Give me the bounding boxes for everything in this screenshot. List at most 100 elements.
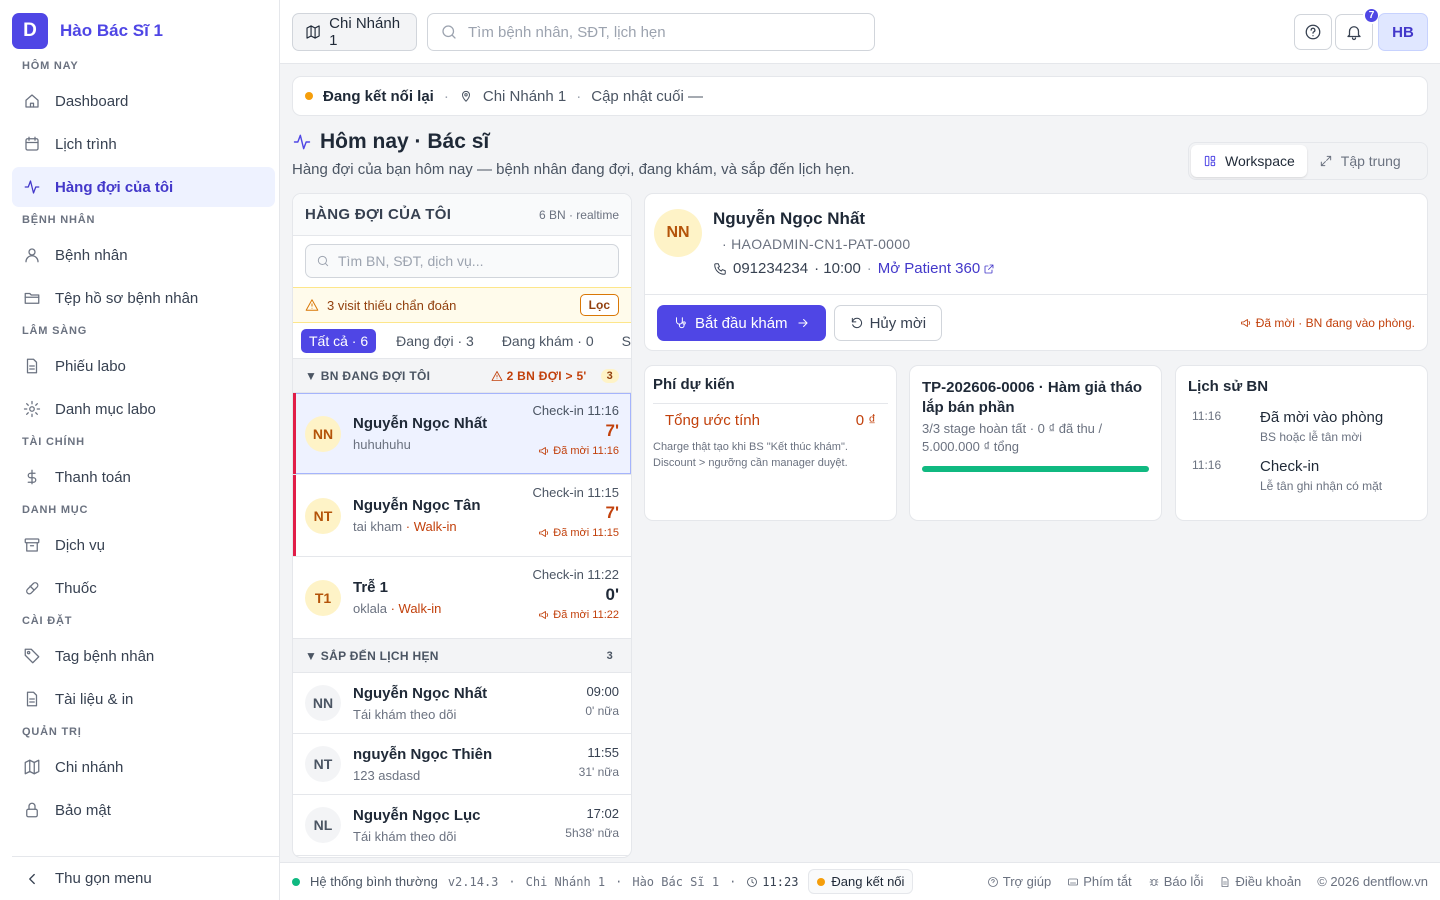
view-focus-button[interactable]: Tập trung [1307,145,1413,177]
estimated-fee-card: Phí dự kiến Tổng ước tính 0 ₫ Charge thậ… [644,365,897,521]
patient-avatar: NT [305,746,341,782]
patient-name: Nguyễn Ngọc Nhất [713,209,866,228]
queue-row[interactable]: NN Nguyễn Ngọc Nhất huhuhuhu Check-in 11:16… [293,393,631,475]
upcoming-count: 3 [606,649,613,662]
sidebar-item-phieu-labo[interactable]: Phiếu labo [12,346,275,386]
queue-title: HÀNG ĐỢI CỦA TÔI [305,206,452,223]
patient-avatar: NL [305,807,341,843]
search-icon [317,255,329,267]
queue-search[interactable] [305,244,619,278]
queue-search-input[interactable] [338,253,608,269]
folder-icon [24,292,40,304]
shortcuts-link[interactable]: Phím tắt [1067,874,1132,889]
collapse-menu-button[interactable]: Thu gọn menu [12,856,279,900]
app-version: v2.14.3 [447,874,499,889]
terms-link[interactable]: Điều khoản [1219,874,1301,889]
sidebar-item-dashboard[interactable]: Dashboard [12,81,275,121]
collapse-menu-label: Thu gọn menu [55,870,152,887]
patient-360-label: Mở Patient 360 [877,260,981,277]
view-workspace-label: Workspace [1225,153,1295,169]
cancel-invite-label: Hủy mời [869,314,927,332]
sidebar: D Hào Bác Sĩ 1 HÔM NAY Dashboard Lịch trìn… [0,0,280,900]
sidebar-item-thuoc[interactable]: Thuốc [12,568,275,608]
waiting-group-header[interactable]: ▼ BN ĐANG ĐỢI TÔI 2 BN ĐỢI > 5' 3 [293,359,631,393]
wait-duration: 0' [605,585,620,604]
sidebar-item-lich-trinh[interactable]: Lịch trình [12,124,275,164]
sidebar-item-label: Dashboard [55,92,129,110]
queue-row[interactable]: T1 Trễ 1 oklala · Walk-in Check-in 11:22 0' Đ… [293,557,631,639]
queue-row[interactable]: NT Nguyễn Ngọc Tân tai kham · Walk-in Check… [293,475,631,557]
user-avatar[interactable]: HB [1378,13,1428,51]
sidebar-item-danh-muc-labo[interactable]: Danh mục labo [12,389,275,429]
sidebar-section-title: CÀI ĐẶT [22,615,73,627]
sidebar-item-label: Phiếu labo [55,357,126,375]
report-bug-link[interactable]: Báo lỗi [1148,874,1203,889]
appointment-time-info: 09:00 0' nữa [585,684,619,718]
sidebar-item-dich-vu[interactable]: Dịch vụ [12,525,275,565]
help-link-label: Trợ giúp [1002,874,1052,889]
appointment-row[interactable]: NN Nguyễn Ngọc Nhất Tái khám theo dõi 09:00… [293,673,631,734]
connection-status: Đang kết nối lại [323,87,434,105]
sidebar-item-label: Bảo mật [55,801,111,819]
sidebar-item-bao-mat[interactable]: Bảo mật [12,790,275,830]
cancel-invite-button[interactable]: Hủy mời [833,305,943,341]
appointment-time: 17:02 [586,806,619,821]
terms-link-label: Điều khoản [1235,874,1302,889]
patient-360-link[interactable]: Mở Patient 360 [878,260,995,277]
help-link[interactable]: Trợ giúp [987,874,1052,889]
view-workspace-button[interactable]: Workspace [1191,145,1307,177]
help-button[interactable] [1294,14,1332,50]
walk-in-badge: · Walk-in [390,601,442,616]
patient-avatar: NN [654,209,702,257]
patient-info: Nguyễn Ngọc Nhất Tái khám theo dõi [353,685,487,722]
connection-dot [305,92,313,100]
appointment-row[interactable]: NT nguyễn Ngọc Thiên 123 asdasd 11:55 31' nữ… [293,734,631,795]
sidebar-item-thanh-toan[interactable]: Thanh toán [12,457,275,497]
sidebar-item-label: Hàng đợi của tôi [55,178,174,196]
sidebar-item-tep-ho-so-benh-nhan[interactable]: Tệp hồ sơ bệnh nhân [12,278,275,318]
history-detail: BS hoặc lễ tân mời [1260,430,1362,444]
brand[interactable]: D Hào Bác Sĩ 1 [12,13,163,49]
sidebar-item-label: Thuốc [55,579,97,597]
queue-tab[interactable]: Sắp đến · 3 [614,329,631,353]
history-item: 11:16 Đã mời vào phòng BS hoặc lễ tân mời [1188,409,1415,444]
phone-icon [714,262,726,275]
sidebar-item-label: Tài liệu & in [55,690,134,708]
notifications-button[interactable]: 7 [1335,7,1380,50]
global-search[interactable] [427,13,875,51]
queue-tab[interactable]: Đang đợi · 3 [388,329,482,353]
branch-label: Chi Nhánh 1 [329,15,401,49]
sidebar-item-tai-lieu-in[interactable]: Tài liệu & in [12,679,275,719]
queue-meta: 6 BN · realtime [538,207,619,222]
separator: · [508,874,516,889]
queue-tab[interactable]: Tất cả · 6 [301,328,377,353]
long-wait-text: 2 BN ĐỢI > 5' [506,368,587,383]
megaphone-icon [1240,319,1250,327]
queue-tabs: Tất cả · 6 Đang đợi · 3 Đang khám · 0 Sắp đ… [293,323,631,359]
sidebar-item-benh-nhan[interactable]: Bệnh nhân [12,235,275,275]
sidebar-item-tag-benh-nhan[interactable]: Tag bệnh nhân [12,636,275,676]
separator: · [866,260,872,277]
appointment-relative-time: 31' nữa [578,765,619,779]
filter-button[interactable]: Lọc [579,294,619,316]
history-body: Đã mời vào phòng BS hoặc lễ tân mời [1260,409,1383,444]
sidebar-item-chi-nhanh[interactable]: Chi nhánh [12,747,275,787]
clock-time: 11:23 [762,874,799,889]
lock-icon [26,802,38,818]
appointment-row[interactable]: NL Nguyễn Ngọc Lục Tái khám theo dõi 17:02 5… [293,795,631,856]
treatment-plan-card[interactable]: TP-202606-0006 · Hàm giả tháo lắp bán ph… [909,365,1162,521]
keyboard-icon [1068,878,1079,885]
footer-doctor: Hào Bác Sĩ 1 [632,874,720,889]
pill-icon [26,582,39,595]
queue-tab[interactable]: Đang khám · 0 [494,329,602,353]
upcoming-group-header[interactable]: ▼ SẮP ĐẾN LỊCH HẸN 3 [293,639,631,673]
footer-connection-status: Đang kết nối [808,869,914,894]
start-exam-button[interactable]: Bắt đầu khám [657,305,826,341]
fee-total-value: 0 ₫ [855,412,876,429]
treatment-progress-bar [922,466,1149,472]
separator: · [576,87,582,105]
global-search-input[interactable] [468,23,848,41]
sidebar-section-title: TÀI CHÍNH [22,436,85,448]
branch-selector[interactable]: Chi Nhánh 1 [292,13,417,51]
sidebar-item-hang-doi-cua-toi[interactable]: Hàng đợi của tôi [12,167,275,207]
